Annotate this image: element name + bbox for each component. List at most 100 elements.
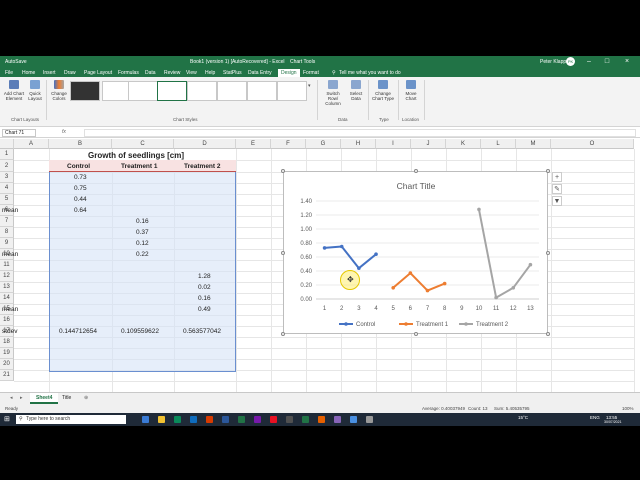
chart-style-thumb-6[interactable] [217, 81, 247, 101]
data-cell[interactable]: 0.144712654 [59, 326, 97, 337]
word-icon[interactable] [222, 416, 229, 423]
mail-icon[interactable] [190, 416, 197, 423]
quick-layout-button[interactable]: Quick Layout [27, 80, 43, 101]
data-point[interactable] [425, 288, 430, 293]
app-icon[interactable] [334, 416, 341, 423]
column-header-f[interactable]: F [271, 139, 306, 149]
sheet-title[interactable]: Growth of seedlings [cm] [88, 150, 184, 161]
row-header[interactable]: 16 [0, 315, 14, 326]
data-point[interactable] [391, 286, 395, 290]
app-icon[interactable] [270, 416, 277, 423]
tab-file[interactable]: File [5, 70, 13, 76]
tell-me-box[interactable]: Tell me what you want to do [339, 70, 401, 76]
data-cell[interactable]: 0.73 [74, 172, 87, 183]
resize-handle[interactable] [281, 169, 285, 173]
mean-label[interactable]: mean [2, 205, 18, 216]
row-header[interactable]: 18 [0, 337, 14, 348]
data-cell[interactable]: 0.37 [136, 227, 149, 238]
excel-active-icon[interactable] [302, 416, 309, 423]
data-point[interactable] [339, 244, 344, 249]
series-line[interactable] [477, 209, 532, 299]
fx-icon[interactable]: fx [62, 129, 66, 135]
data-cell[interactable]: 0.22 [136, 249, 149, 260]
app-icon[interactable] [350, 416, 357, 423]
data-cell[interactable]: 0.75 [74, 183, 87, 194]
column-header-i[interactable]: I [376, 139, 411, 149]
column-header-e[interactable]: E [236, 139, 271, 149]
resize-handle[interactable] [281, 251, 285, 255]
tab-help[interactable]: Help [205, 70, 215, 76]
input-language[interactable]: ENG [590, 415, 600, 420]
data-cell[interactable]: 0.44 [74, 194, 87, 205]
data-point[interactable] [511, 286, 516, 290]
header-control[interactable]: Control [67, 161, 90, 172]
status-sum[interactable]: Sum: 5.40535795 [494, 406, 530, 411]
onenote-icon[interactable] [254, 416, 261, 423]
select-all-corner[interactable] [0, 139, 14, 149]
tab-formulas[interactable]: Formulas [118, 70, 139, 76]
column-header-l[interactable]: L [481, 139, 516, 149]
chart-object[interactable]: Chart Title 0.00 0.20 0.40 0.60 0.80 1.00 1.20… [283, 171, 548, 334]
avatar[interactable]: PK [566, 57, 575, 66]
firefox-icon[interactable] [318, 416, 325, 423]
maximize-icon[interactable]: □ [600, 57, 614, 67]
status-count[interactable]: Count: 13 [468, 406, 488, 411]
task-view-icon[interactable] [142, 416, 149, 423]
data-cell[interactable]: 0.563577042 [183, 326, 221, 337]
chart-style-thumb-3[interactable] [128, 81, 158, 101]
row-header[interactable]: 4 [0, 183, 14, 194]
taskbar-search[interactable]: ⚲ Type here to search [16, 415, 126, 424]
windows-start-icon[interactable]: ⊞ [4, 415, 10, 423]
resize-handle[interactable] [414, 332, 418, 336]
minimize-icon[interactable]: – [582, 57, 596, 67]
chart-style-thumb-4[interactable] [157, 81, 187, 101]
row-header[interactable]: 11 [0, 260, 14, 271]
zoom-level[interactable]: 100% [622, 406, 634, 411]
series-line[interactable] [392, 272, 446, 292]
column-header-d[interactable]: D [174, 139, 236, 149]
resize-handle[interactable] [546, 251, 550, 255]
sheet-tab-title[interactable]: Title [56, 393, 77, 404]
tab-statplus[interactable]: StatPlus [223, 70, 242, 76]
chart-style-thumb-8[interactable] [277, 81, 307, 101]
data-point[interactable] [477, 207, 481, 212]
switch-row-column-button[interactable]: Switch Row/ Column [321, 80, 345, 106]
column-header-o[interactable]: O [551, 139, 634, 149]
edge-icon[interactable] [174, 416, 181, 423]
data-cell[interactable]: 0.02 [198, 282, 211, 293]
search-icon[interactable]: ⚲ [332, 70, 336, 76]
status-average[interactable]: Average: 0.40037949 [422, 406, 465, 411]
row-header[interactable]: 9 [0, 238, 14, 249]
user-name[interactable]: Peter Klappa [540, 59, 569, 65]
row-header[interactable]: 14 [0, 293, 14, 304]
data-cell[interactable]: 0.109559622 [121, 326, 159, 337]
close-icon[interactable]: × [620, 57, 634, 67]
sheet-tab-sheet4[interactable]: Sheet4 [30, 393, 59, 404]
column-header-b[interactable]: B [49, 139, 112, 149]
chart-style-thumb-1[interactable] [70, 81, 100, 101]
row-header[interactable]: 1 [0, 149, 14, 160]
app-icon[interactable] [286, 416, 293, 423]
chart-elements-button[interactable]: + [552, 172, 562, 182]
row-header[interactable]: 8 [0, 227, 14, 238]
header-treatment-1[interactable]: Treatment 1 [121, 161, 158, 172]
chart-style-thumb-7[interactable] [247, 81, 277, 101]
row-header[interactable]: 7 [0, 216, 14, 227]
legend-entry[interactable]: Treatment 1 [416, 322, 449, 328]
select-data-button[interactable]: Select Data [348, 80, 364, 101]
styles-scroll-icon[interactable]: ▾ [308, 83, 311, 89]
chart-title[interactable]: Chart Title [397, 181, 436, 191]
row-header[interactable]: 3 [0, 172, 14, 183]
tab-review[interactable]: Review [164, 70, 180, 76]
tab-view[interactable]: View [186, 70, 197, 76]
tab-format[interactable]: Format [303, 70, 319, 76]
data-point[interactable] [322, 246, 327, 250]
formula-input[interactable] [84, 129, 636, 137]
mean-label[interactable]: mean [2, 304, 18, 315]
column-header-a[interactable]: A [14, 139, 49, 149]
row-header[interactable]: 12 [0, 271, 14, 282]
tab-draw[interactable]: Draw [64, 70, 76, 76]
tab-page-layout[interactable]: Page Layout [84, 70, 112, 76]
add-chart-element-button[interactable]: Add Chart Element [3, 80, 25, 101]
column-header-k[interactable]: K [446, 139, 481, 149]
